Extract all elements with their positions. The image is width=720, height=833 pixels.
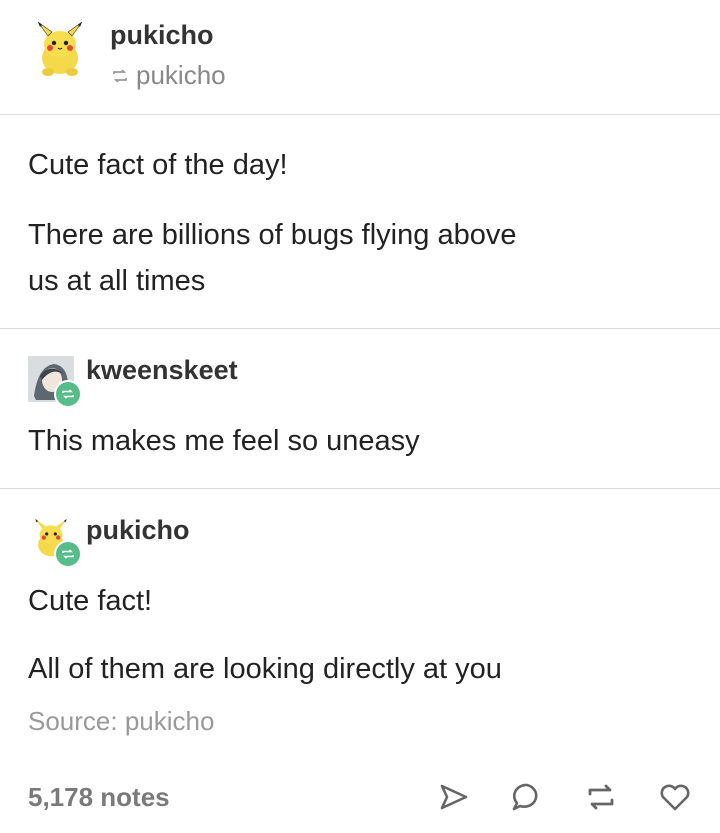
reblog-icon: [113, 68, 127, 83]
like-icon[interactable]: [656, 778, 694, 816]
divider: [0, 488, 720, 489]
anime-character-avatar-icon[interactable]: [28, 356, 82, 408]
reblog-icon: [62, 389, 74, 399]
reblog-header: kweenskeet: [28, 355, 238, 408]
post-text-line: There are billions of bugs flying above: [28, 219, 517, 251]
reblogger-username[interactable]: kweenskeet: [86, 355, 238, 386]
op-username[interactable]: pukicho: [110, 20, 214, 51]
post-text-line: us at all times: [28, 265, 206, 297]
reblog-badge: [54, 380, 82, 408]
pikachu-plush-icon[interactable]: [28, 18, 92, 82]
via-username: pukicho: [136, 60, 226, 90]
reblogger-username[interactable]: pukicho: [86, 515, 190, 546]
post-footer: 5,178 notes: [0, 760, 720, 833]
reblog-badge: [54, 540, 82, 568]
notes-count[interactable]: 5,178 notes: [28, 782, 170, 813]
reblog-comment: This makes me feel so uneasy: [28, 425, 420, 457]
reblog-comment: All of them are looking directly at you: [28, 653, 502, 685]
reblog-icon: [62, 549, 74, 559]
post-actions: [434, 778, 694, 816]
reblog-comment: Cute fact!: [28, 585, 153, 617]
reblogged-from[interactable]: pukicho: [110, 60, 226, 91]
post-text-line: Cute fact of the day!: [28, 149, 288, 181]
source-link[interactable]: Source: pukicho: [28, 706, 214, 737]
reblog-icon[interactable]: [582, 778, 620, 816]
reblog-header: pukicho: [28, 515, 190, 568]
divider: [0, 328, 720, 329]
pikachu-plush-icon[interactable]: [28, 516, 82, 568]
tumblr-post: pukicho pukicho Cute fact of the day! Th…: [0, 0, 720, 833]
post-header: pukicho pukicho: [0, 0, 720, 114]
reply-icon[interactable]: [508, 778, 546, 816]
share-icon[interactable]: [434, 778, 472, 816]
divider: [0, 114, 720, 115]
